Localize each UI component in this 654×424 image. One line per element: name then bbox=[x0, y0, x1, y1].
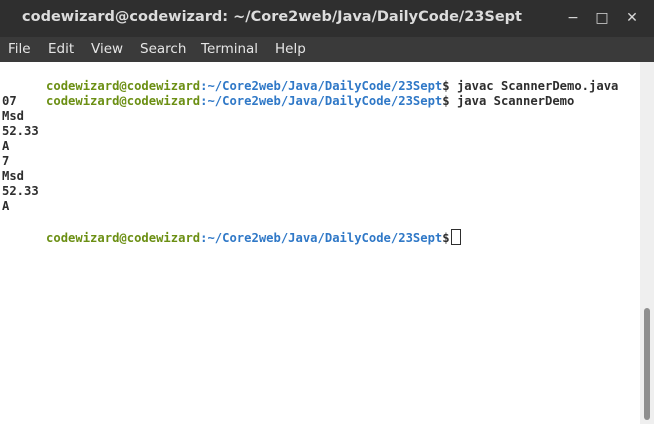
output-line-6: Msd bbox=[2, 169, 25, 183]
menu-help[interactable]: Help bbox=[275, 41, 306, 57]
prompt-symbol: $ bbox=[442, 94, 450, 108]
command-text: java ScannerDemo bbox=[449, 94, 575, 108]
output-line-8: A bbox=[2, 199, 10, 213]
prompt-user: codewizard@codewizard bbox=[46, 231, 201, 245]
text-cursor[interactable] bbox=[450, 229, 461, 245]
scrollbar-thumb[interactable] bbox=[644, 308, 650, 420]
window-title: codewizard@codewizard: ~/Core2web/Java/D… bbox=[22, 9, 522, 25]
command-line-2: codewizard@codewizard:~/Core2web/Java/Da… bbox=[2, 79, 574, 124]
menu-view[interactable]: View bbox=[91, 41, 123, 57]
current-prompt-line: codewizard@codewizard:~/Core2web/Java/Da… bbox=[2, 214, 461, 261]
close-icon[interactable]: ✕ bbox=[623, 9, 641, 27]
prompt-path: :~/Core2web/Java/DailyCode/23Sept bbox=[200, 94, 443, 108]
output-line-3: 52.33 bbox=[2, 124, 39, 138]
terminal-output[interactable]: codewizard@codewizard:~/Core2web/Java/Da… bbox=[0, 62, 640, 424]
titlebar[interactable]: codewizard@codewizard: ~/Core2web/Java/D… bbox=[0, 0, 654, 37]
prompt-symbol: $ bbox=[442, 231, 450, 245]
output-line-5: 7 bbox=[2, 154, 10, 168]
prompt-user: codewizard@codewizard bbox=[46, 94, 201, 108]
menu-bar: File Edit View Search Terminal Help bbox=[0, 37, 654, 62]
menu-terminal[interactable]: Terminal bbox=[201, 41, 258, 57]
menu-edit[interactable]: Edit bbox=[48, 41, 74, 57]
menu-file[interactable]: File bbox=[8, 41, 31, 57]
vertical-scrollbar[interactable] bbox=[640, 62, 654, 424]
output-line-7: 52.33 bbox=[2, 184, 39, 198]
output-line-4: A bbox=[2, 139, 10, 153]
output-line-2: Msd bbox=[2, 109, 25, 123]
prompt-path: :~/Core2web/Java/DailyCode/23Sept bbox=[200, 231, 443, 245]
terminal-window: codewizard@codewizard: ~/Core2web/Java/D… bbox=[0, 0, 654, 424]
menu-search[interactable]: Search bbox=[140, 41, 186, 57]
minimize-icon[interactable]: − bbox=[564, 9, 582, 27]
maximize-icon[interactable]: □ bbox=[593, 9, 611, 27]
output-line-1: 07 bbox=[2, 94, 17, 108]
